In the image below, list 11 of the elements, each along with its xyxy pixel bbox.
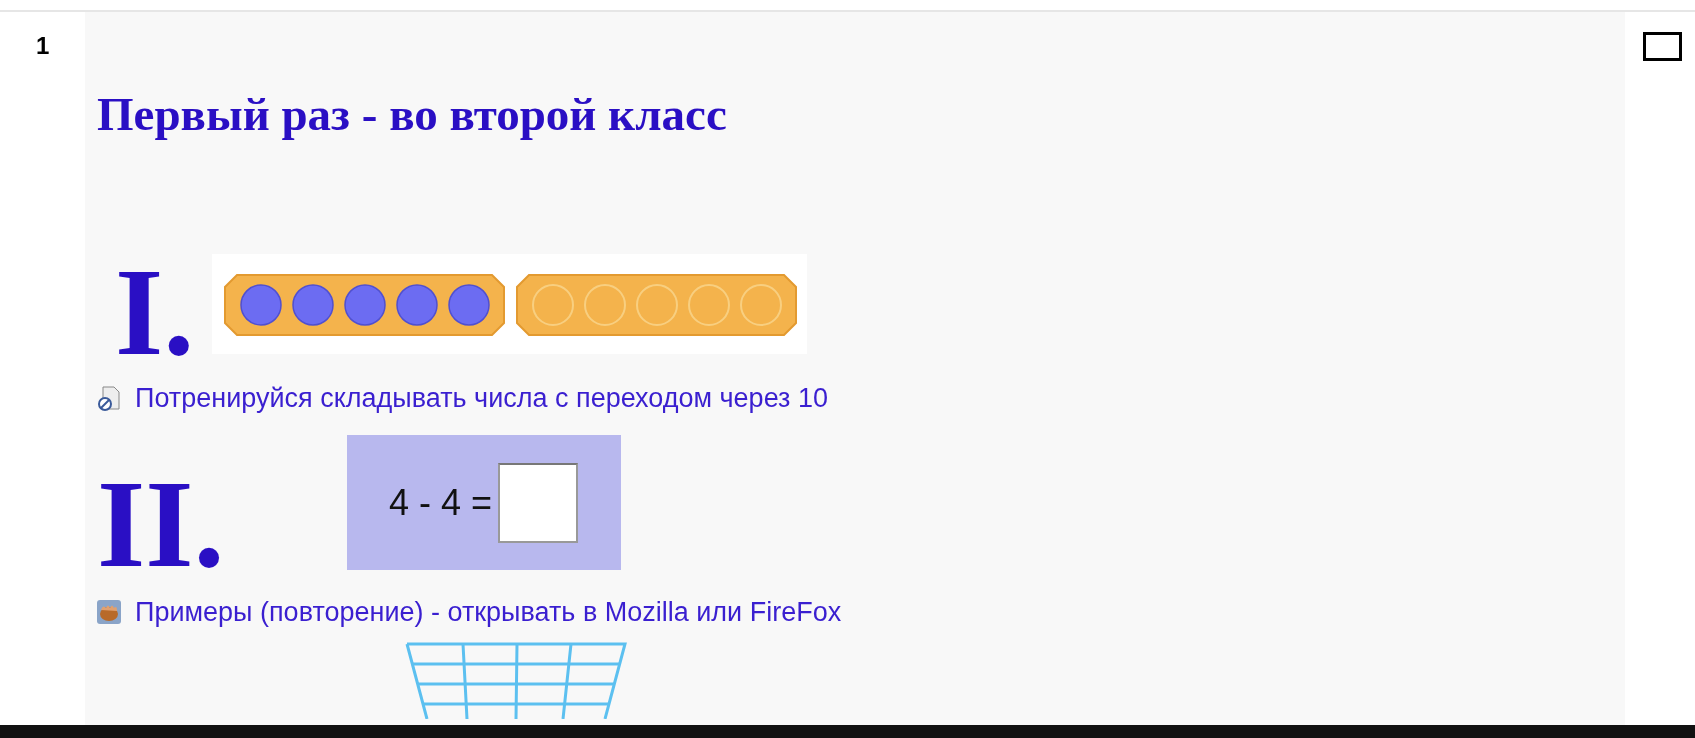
document-icon <box>97 385 121 411</box>
answer-box[interactable] <box>498 462 579 543</box>
equation-text: 4 - 4 = <box>389 481 493 524</box>
section-title: Первый раз - во второй класс <box>97 88 727 140</box>
roman-numeral: I. <box>115 268 195 358</box>
roman-numeral: II. <box>97 480 225 570</box>
checkbox[interactable] <box>1643 32 1682 61</box>
activity-link[interactable]: Примеры (повторение) - открывать в Mozilla или FireFox <box>135 596 842 628</box>
section-number: 1 <box>36 32 50 60</box>
hand-icon <box>97 600 121 624</box>
activity-link[interactable]: Потренируйся складывать числа с переходом через 10 <box>135 382 828 414</box>
